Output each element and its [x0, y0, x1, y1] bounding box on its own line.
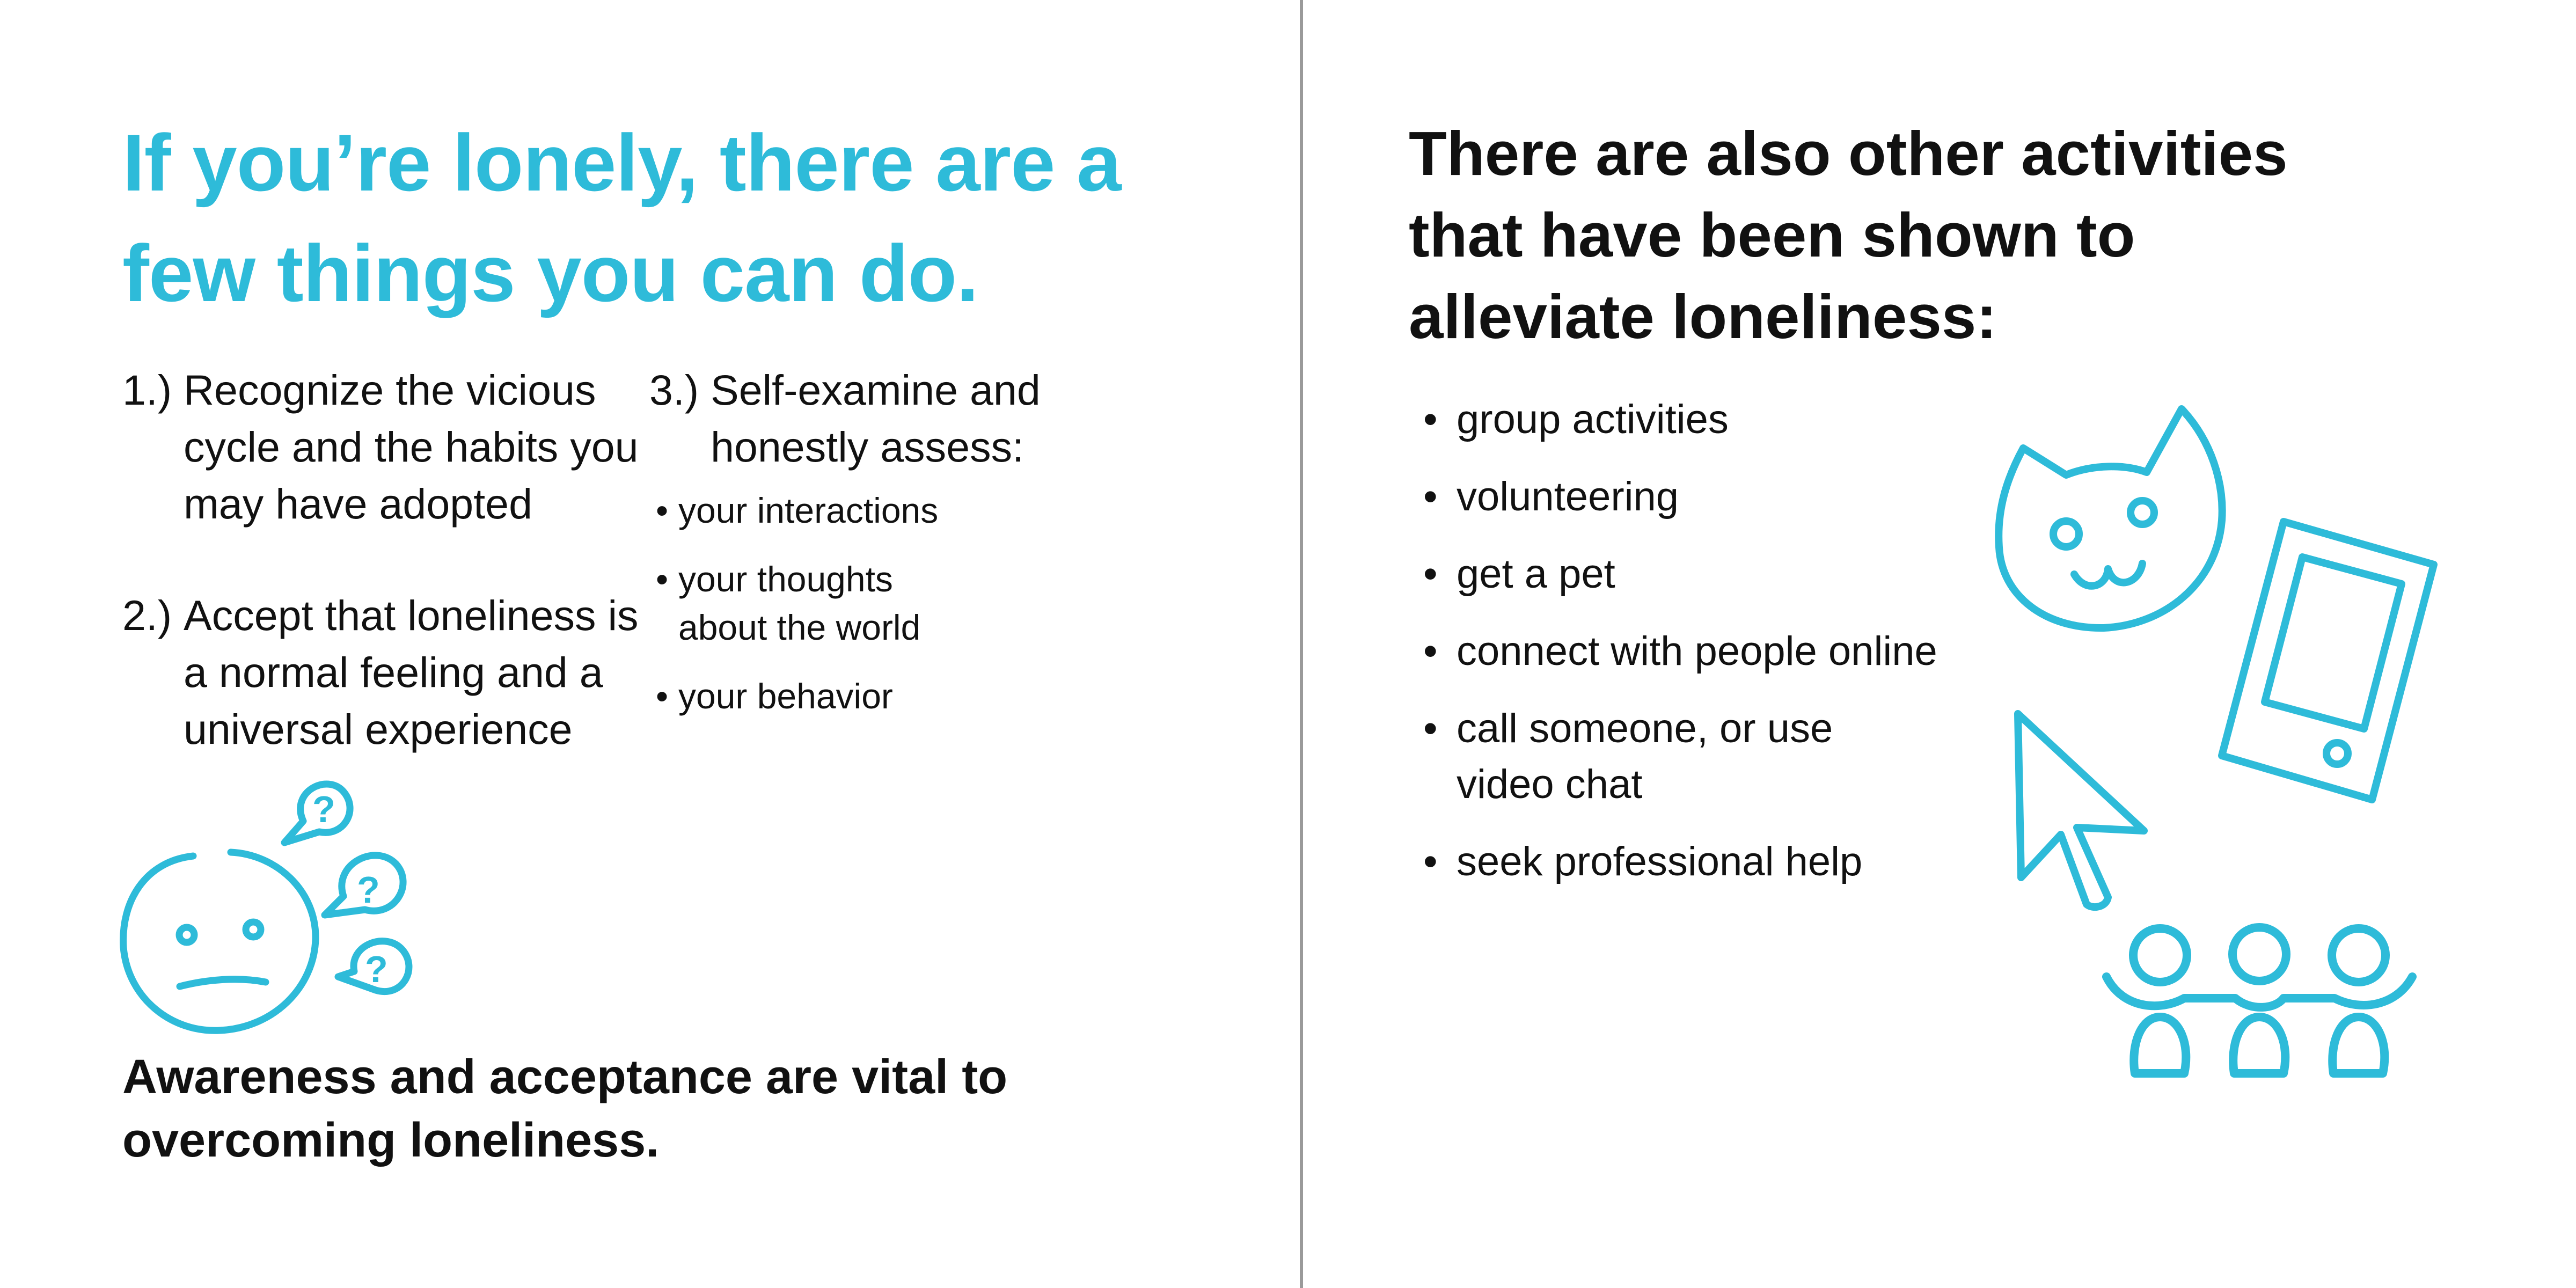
svg-text:?: ?	[312, 788, 335, 830]
svg-text:?: ?	[357, 869, 380, 911]
page-headline: If you’re lonely, there are a few things…	[122, 118, 1122, 318]
activity-item: group activities	[1457, 397, 1729, 442]
assess-item: your thoughts about the world	[678, 559, 921, 647]
bullet: •	[656, 559, 669, 599]
bullet: •	[1423, 397, 1438, 442]
list-item: • volunteering	[1423, 469, 1960, 525]
step-text: Accept that loneliness is a normal feeli…	[184, 591, 639, 753]
activity-item: seek professional help	[1457, 839, 1863, 884]
page-divider	[1300, 0, 1303, 1288]
activity-item: connect with people online	[1457, 628, 1937, 674]
bullet: •	[1423, 474, 1438, 519]
bullet: •	[1423, 551, 1438, 597]
list-item: • get a pet	[1423, 546, 1960, 602]
list-item: • group activities	[1423, 392, 1960, 448]
step-text: Self-examine and honestly assess:	[711, 366, 1041, 471]
list-item: • call someone, or use video chat	[1423, 701, 1960, 813]
confused-face-with-question-bubbles-icon: ? ? ?	[113, 762, 445, 1052]
activities-heading: There are also other activities that hav…	[1409, 119, 2288, 352]
activity-list: • group activities • volunteering • get a p…	[1423, 392, 1960, 911]
step-number: 3.)	[649, 366, 699, 414]
bullet: •	[1423, 706, 1438, 751]
activity-item: get a pet	[1457, 551, 1615, 597]
cat-face-icon	[1986, 397, 2233, 639]
bullet: •	[1423, 628, 1438, 674]
assess-item: your interactions	[678, 491, 939, 530]
assess-item: your behavior	[678, 676, 893, 716]
step-3: 3.) Self-examine and honestly assess:	[649, 362, 1089, 475]
bullet: •	[656, 491, 669, 530]
bullet: •	[656, 676, 669, 716]
left-page: If you’re lonely, there are a few things…	[0, 0, 1299, 1288]
list-item: • your interactions	[649, 486, 1089, 535]
list-item: • seek professional help	[1423, 834, 1960, 890]
closing-statement: Awareness and acceptance are vital to ov…	[122, 1050, 1008, 1167]
steps-column-1: 1.) Recognize the vicious cycle and the …	[122, 362, 648, 758]
step-1: 1.) Recognize the vicious cycle and the …	[122, 362, 648, 532]
activity-item: call someone, or use video chat	[1457, 706, 1833, 807]
step-number: 1.)	[122, 366, 172, 414]
list-item: • your thoughts about the world	[649, 555, 1089, 652]
step-2: 2.) Accept that loneliness is a normal f…	[122, 587, 648, 758]
step-number: 2.)	[122, 591, 172, 639]
step-text: Recognize the vicious cycle and the habi…	[184, 366, 639, 528]
assess-list: • your interactions • your thoughts about …	[649, 486, 1089, 720]
list-item: • connect with people online	[1423, 624, 1960, 679]
three-people-icon	[2098, 918, 2420, 1089]
activity-item: volunteering	[1457, 474, 1679, 519]
svg-text:?: ?	[365, 948, 388, 990]
bullet: •	[1423, 839, 1438, 884]
steps-column-2: 3.) Self-examine and honestly assess: • y…	[649, 362, 1089, 741]
list-item: • your behavior	[649, 672, 1089, 720]
smartphone-icon	[2211, 515, 2447, 805]
cursor-arrow-icon	[2007, 703, 2157, 918]
